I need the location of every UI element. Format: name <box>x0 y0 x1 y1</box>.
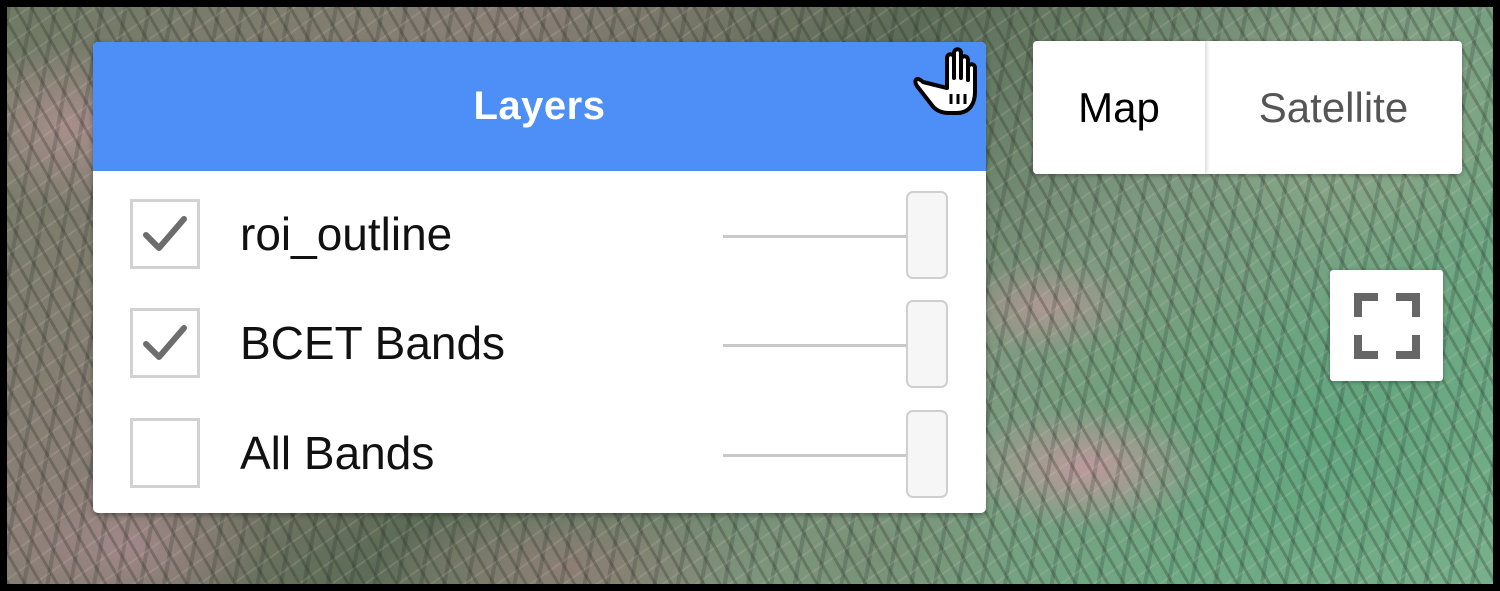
layer-label: All Bands <box>240 427 435 479</box>
hand-cursor-icon <box>913 47 977 115</box>
opacity-slider-thumb[interactable] <box>906 300 948 388</box>
opacity-slider-track[interactable] <box>723 454 923 457</box>
opacity-slider-track[interactable] <box>723 344 923 347</box>
layer-label: roi_outline <box>240 208 453 260</box>
layer-row-bcet-bands: BCET Bands <box>93 290 986 390</box>
layer-checkbox-all-bands[interactable] <box>130 418 200 488</box>
layer-row-roi-outline: roi_outline <box>93 181 986 281</box>
checkmark-icon <box>143 216 187 251</box>
layer-checkbox-roi-outline[interactable] <box>130 199 200 269</box>
opacity-slider-thumb[interactable] <box>906 191 948 279</box>
opacity-slider-track[interactable] <box>723 235 923 238</box>
layer-checkbox-bcet-bands[interactable] <box>130 308 200 378</box>
map-type-control: Map Satellite <box>1033 41 1462 174</box>
layers-panel-header[interactable]: Layers <box>93 42 986 171</box>
map-type-map-button[interactable]: Map <box>1033 41 1205 174</box>
checkmark-icon <box>143 325 187 360</box>
fullscreen-icon <box>1353 292 1420 359</box>
fullscreen-button[interactable] <box>1330 270 1443 381</box>
layer-row-all-bands: All Bands <box>93 400 986 500</box>
opacity-slider-thumb[interactable] <box>906 410 948 498</box>
layer-label: BCET Bands <box>240 317 506 369</box>
layers-panel-title: Layers <box>473 84 606 128</box>
layers-panel: Layers roi_outline BCET Bands All Bands <box>93 42 986 513</box>
map-type-satellite-button[interactable]: Satellite <box>1205 41 1462 174</box>
